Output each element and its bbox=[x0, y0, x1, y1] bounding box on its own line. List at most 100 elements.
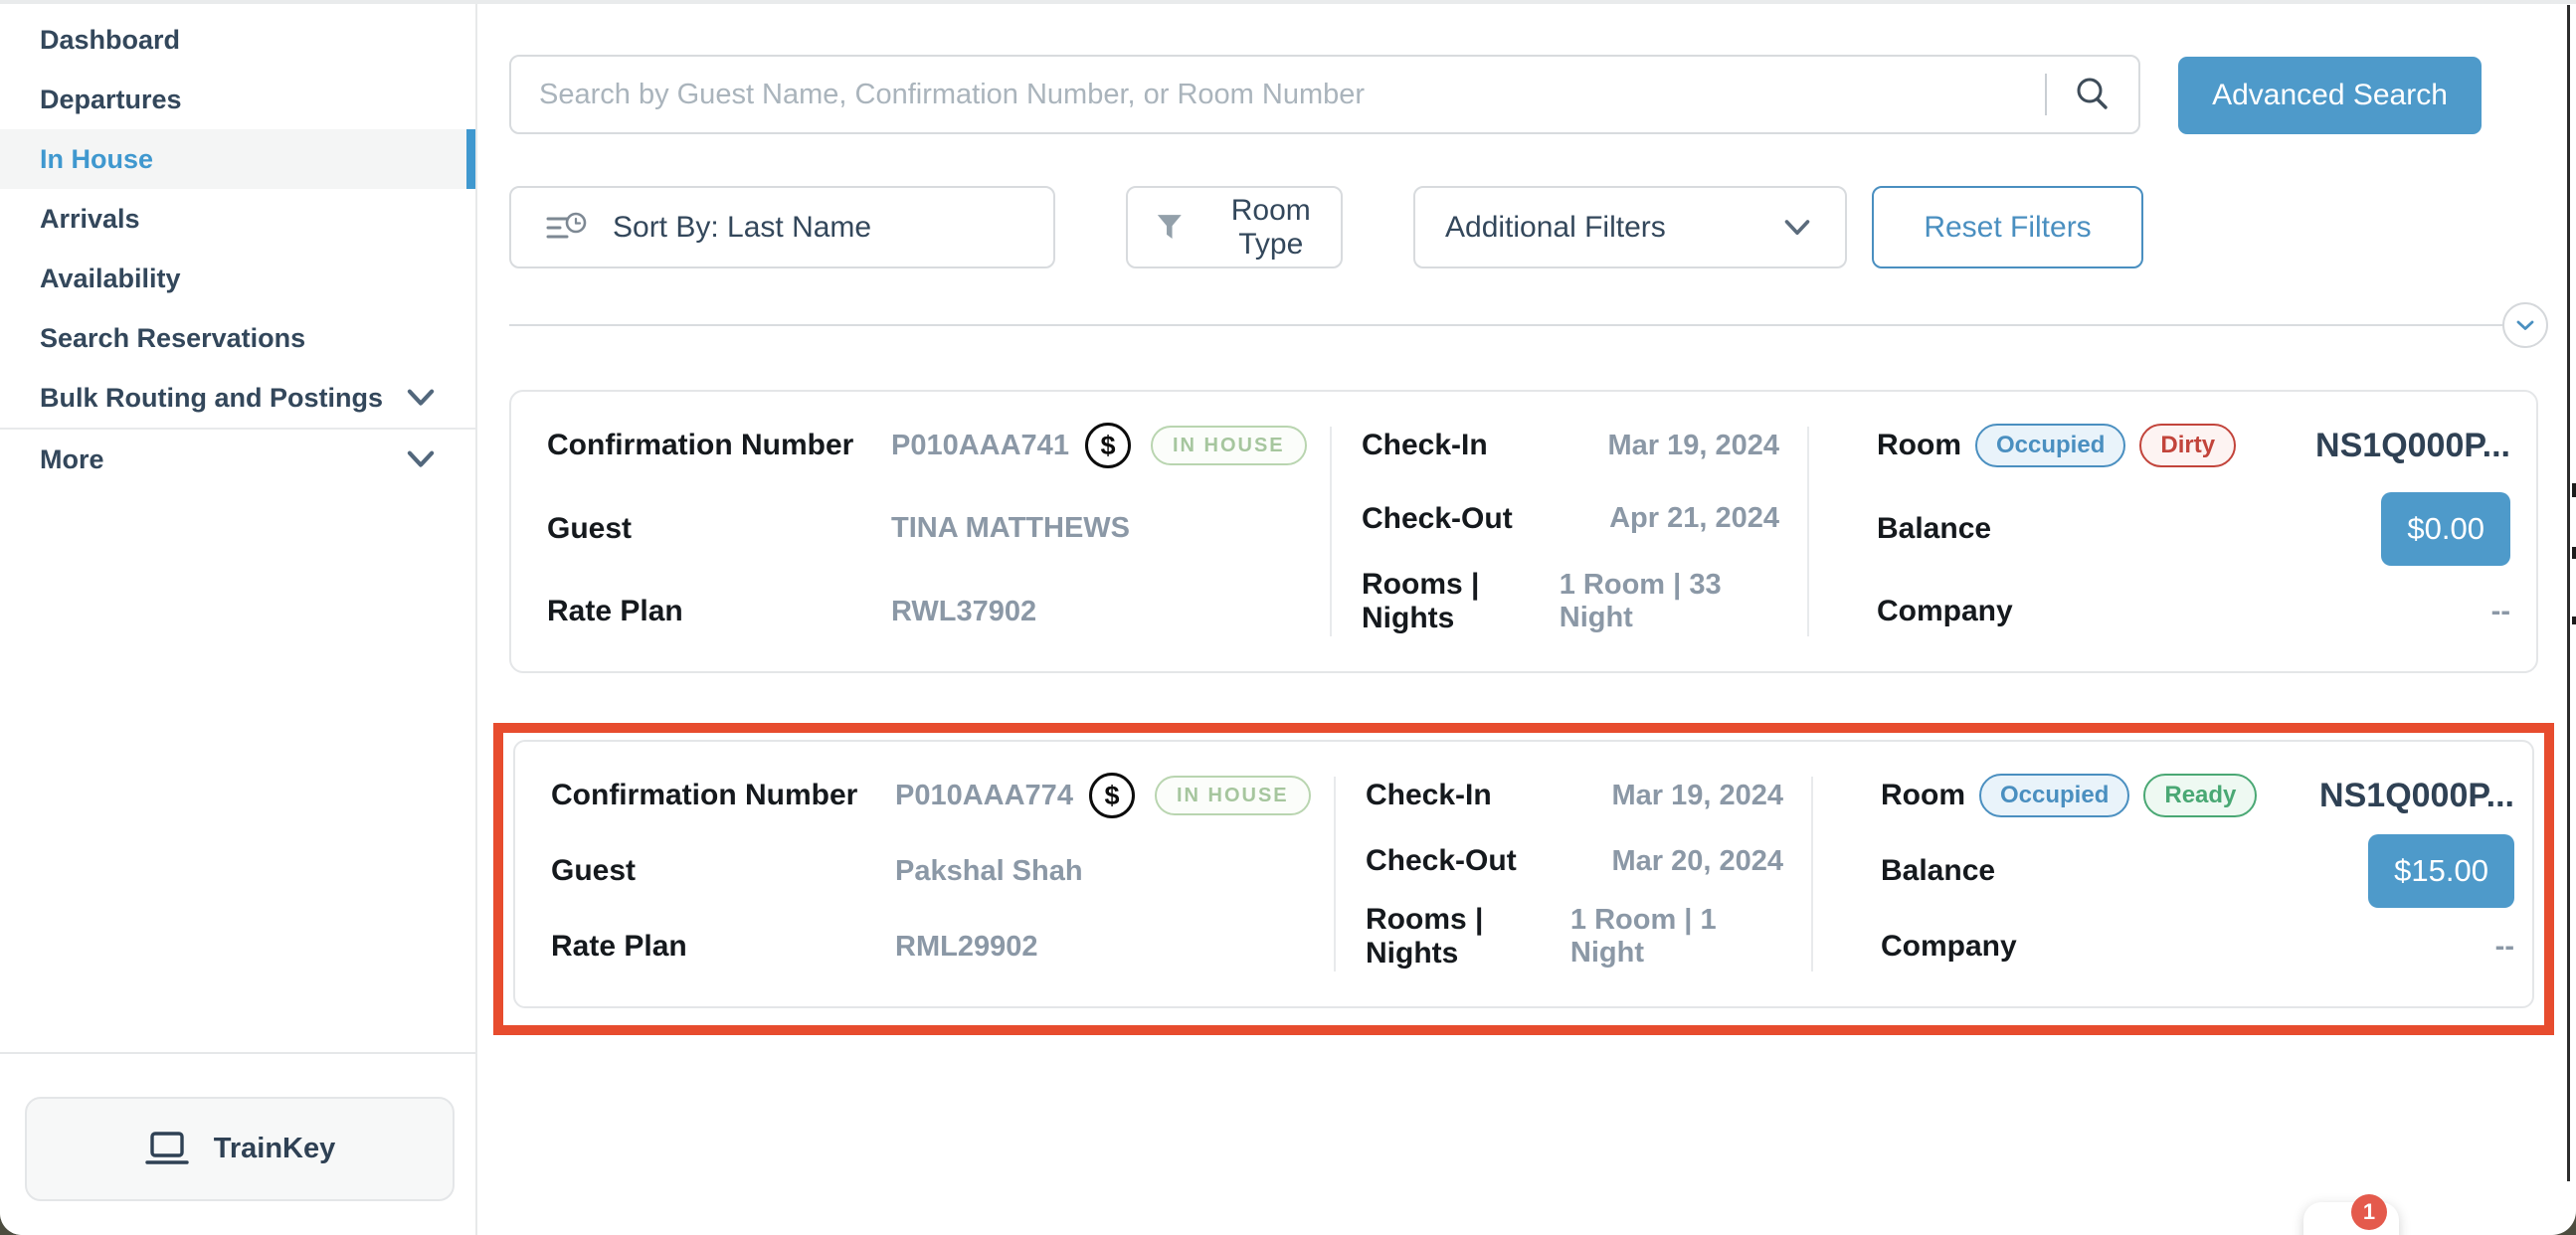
confirmation-label: Confirmation Number bbox=[547, 429, 875, 462]
confirmation-value: P010AAA774 bbox=[895, 780, 1073, 812]
rooms-nights-label: Rooms | Nights bbox=[1362, 568, 1560, 635]
room-number: NS1Q000P... bbox=[2319, 777, 2514, 815]
check-out-value: Apr 21, 2024 bbox=[1609, 502, 1779, 535]
additional-filters-label: Additional Filters bbox=[1445, 211, 1779, 245]
search-icon[interactable] bbox=[2073, 75, 2113, 114]
check-in-value: Mar 19, 2024 bbox=[1611, 780, 1783, 812]
company-value: -- bbox=[2491, 596, 2510, 628]
sidebar-item-label: Bulk Routing and Postings bbox=[40, 383, 402, 414]
room-type-button[interactable]: Room Type bbox=[1126, 186, 1343, 268]
rooms-nights-value: 1 Room | 1 Night bbox=[1570, 904, 1783, 970]
sidebar-item-label: Departures bbox=[40, 85, 440, 115]
card-dates-column: Check-In Mar 19, 2024 Check-Out Apr 21, … bbox=[1330, 392, 1807, 671]
reset-filters-button[interactable]: Reset Filters bbox=[1872, 186, 2143, 268]
trainkey-label: TrainKey bbox=[214, 1133, 336, 1165]
screen-edge-artifact bbox=[2572, 617, 2576, 624]
dollar-icon[interactable]: $ bbox=[1089, 773, 1135, 818]
room-status-dirty-badge: Dirty bbox=[2139, 424, 2236, 467]
notification-badge: 1 bbox=[2351, 1194, 2387, 1230]
card-room-column: Room Occupied Dirty NS1Q000P... Balance … bbox=[1807, 392, 2540, 671]
rooms-nights-label: Rooms | Nights bbox=[1366, 903, 1570, 970]
check-out-label: Check-Out bbox=[1362, 502, 1513, 536]
additional-filters-dropdown[interactable]: Additional Filters bbox=[1413, 186, 1847, 268]
check-out-label: Check-Out bbox=[1366, 844, 1517, 878]
balance-label: Balance bbox=[1877, 512, 1991, 546]
room-status-occupied-badge: Occupied bbox=[1975, 424, 2125, 467]
sidebar-item-bulk-routing[interactable]: Bulk Routing and Postings bbox=[0, 368, 475, 428]
app-window: Dashboard Departures In House Arrivals A… bbox=[0, 0, 2576, 1235]
check-in-label: Check-In bbox=[1362, 429, 1488, 462]
guest-value: Pakshal Shah bbox=[895, 855, 1083, 888]
sidebar-item-label: In House bbox=[40, 144, 440, 175]
sidebar-item-more[interactable]: More bbox=[0, 430, 475, 489]
card-dates-column: Check-In Mar 19, 2024 Check-Out Mar 20, … bbox=[1334, 742, 1811, 1006]
sidebar-item-in-house[interactable]: In House bbox=[0, 129, 475, 189]
company-label: Company bbox=[1877, 595, 2013, 628]
chevron-down-icon bbox=[1779, 210, 1815, 246]
right-panel-edge bbox=[2567, 5, 2570, 1181]
reservation-card[interactable]: Confirmation Number P010AAA741 $ IN HOUS… bbox=[509, 390, 2538, 673]
sidebar-item-arrivals[interactable]: Arrivals bbox=[0, 189, 475, 249]
room-type-label: Room Type bbox=[1201, 194, 1341, 262]
search-divider bbox=[2045, 74, 2047, 115]
balance-label: Balance bbox=[1881, 854, 1995, 888]
sidebar-bottom-divider bbox=[0, 1052, 475, 1054]
sort-by-label: Sort By: Last Name bbox=[613, 211, 871, 245]
rate-plan-label: Rate Plan bbox=[551, 930, 879, 964]
confirmation-label: Confirmation Number bbox=[551, 779, 879, 812]
card-guest-column: Confirmation Number P010AAA774 $ IN HOUS… bbox=[515, 742, 1334, 1006]
card-room-column: Room Occupied Ready NS1Q000P... Balance … bbox=[1811, 742, 2544, 1006]
guest-label: Guest bbox=[547, 512, 875, 546]
room-number: NS1Q000P... bbox=[2315, 427, 2510, 465]
rate-plan-value: RML29902 bbox=[895, 931, 1037, 964]
company-value: -- bbox=[2495, 931, 2514, 964]
sidebar-item-availability[interactable]: Availability bbox=[0, 249, 475, 308]
dollar-icon[interactable]: $ bbox=[1085, 423, 1131, 468]
top-border bbox=[0, 0, 2576, 4]
balance-button[interactable]: $15.00 bbox=[2368, 834, 2514, 908]
chevron-down-icon bbox=[402, 379, 440, 417]
room-label: Room bbox=[1877, 429, 1961, 462]
company-label: Company bbox=[1881, 930, 2017, 964]
sort-by-button[interactable]: Sort By: Last Name bbox=[509, 186, 1055, 268]
sidebar-nav: Dashboard Departures In House Arrivals A… bbox=[0, 4, 475, 489]
trainkey-button[interactable]: TrainKey bbox=[25, 1097, 455, 1201]
filter-funnel-icon bbox=[1156, 212, 1184, 244]
rooms-nights-value: 1 Room | 33 Night bbox=[1560, 569, 1779, 634]
room-status-occupied-badge: Occupied bbox=[1979, 774, 2129, 817]
room-label: Room bbox=[1881, 779, 1965, 812]
check-out-value: Mar 20, 2024 bbox=[1611, 845, 1783, 878]
card-guest-column: Confirmation Number P010AAA741 $ IN HOUS… bbox=[511, 392, 1330, 671]
sidebar-item-label: Dashboard bbox=[40, 25, 440, 56]
sidebar-item-label: Search Reservations bbox=[40, 323, 440, 354]
sort-icon bbox=[545, 210, 591, 246]
sidebar: Dashboard Departures In House Arrivals A… bbox=[0, 4, 477, 1235]
laptop-icon bbox=[144, 1131, 190, 1168]
in-house-badge: IN HOUSE bbox=[1151, 426, 1307, 465]
reservation-card[interactable]: Confirmation Number P010AAA774 $ IN HOUS… bbox=[513, 740, 2534, 1008]
sidebar-item-label: More bbox=[40, 444, 402, 475]
chevron-down-icon bbox=[2513, 313, 2537, 337]
check-in-value: Mar 19, 2024 bbox=[1607, 430, 1779, 462]
sidebar-item-search-reservations[interactable]: Search Reservations bbox=[0, 308, 475, 368]
confirmation-value: P010AAA741 bbox=[891, 430, 1069, 462]
sidebar-item-label: Arrivals bbox=[40, 204, 440, 235]
rate-plan-label: Rate Plan bbox=[547, 595, 875, 628]
sidebar-item-dashboard[interactable]: Dashboard bbox=[0, 10, 475, 70]
sidebar-item-departures[interactable]: Departures bbox=[0, 70, 475, 129]
search-box bbox=[509, 55, 2140, 134]
search-input[interactable] bbox=[511, 57, 2045, 132]
screen-edge-artifact bbox=[2572, 483, 2576, 497]
rate-plan-value: RWL37902 bbox=[891, 596, 1036, 628]
list-divider bbox=[509, 324, 2506, 326]
room-status-ready-badge: Ready bbox=[2143, 774, 2257, 817]
collapse-chevron-button[interactable] bbox=[2502, 302, 2548, 348]
screen-edge-artifact bbox=[2572, 547, 2576, 559]
advanced-search-button[interactable]: Advanced Search bbox=[2178, 57, 2482, 134]
chevron-down-icon bbox=[402, 441, 440, 478]
guest-label: Guest bbox=[551, 854, 879, 888]
highlight-box: Confirmation Number P010AAA774 $ IN HOUS… bbox=[493, 723, 2554, 1035]
check-in-label: Check-In bbox=[1366, 779, 1492, 812]
in-house-badge: IN HOUSE bbox=[1155, 776, 1311, 815]
balance-button[interactable]: $0.00 bbox=[2381, 492, 2510, 566]
